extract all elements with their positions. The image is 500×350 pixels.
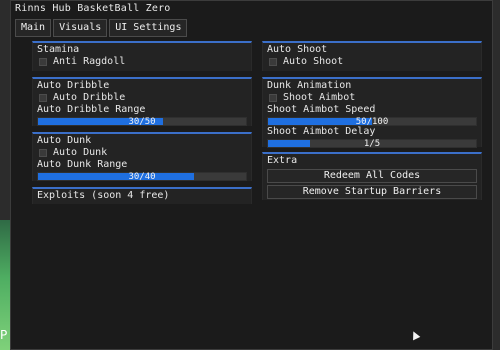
auto-dunk-checkbox[interactable] [39,149,47,157]
window-title: Rinns Hub BasketBall Zero [15,3,171,14]
shoot-aimbot-toggle[interactable]: Shoot Aimbot [267,92,477,104]
shoot-aimbot-speed-value: 50/100 [355,117,389,127]
shoot-aimbot-speed-slider[interactable]: 50/100 [267,117,477,127]
shoot-aimbot-delay-value: 1/5 [363,139,381,149]
anti-ragdoll-label: Anti Ragdoll [53,56,126,67]
tab-ui-settings[interactable]: UI Settings [109,19,188,37]
anti-ragdoll-checkbox[interactable] [39,58,47,66]
auto-dunk-header: Auto Dunk [37,135,92,146]
tab-bar: Main Visuals UI Settings [15,19,189,37]
auto-dunk-toggle[interactable]: Auto Dunk [37,147,247,159]
auto-shoot-label: Auto Shoot [283,56,344,67]
auto-dribble-range-slider[interactable]: 30/50 [37,117,247,127]
anti-ragdoll-toggle[interactable]: Anti Ragdoll [37,56,247,68]
stamina-section: Stamina Anti Ragdoll [32,41,252,71]
auto-shoot-section: Auto Shoot Auto Shoot [262,41,482,71]
auto-dribble-toggle[interactable]: Auto Dribble [37,92,247,104]
shoot-aimbot-speed-label: Shoot Aimbot Speed [267,104,376,115]
extra-header: Extra [267,155,298,166]
background-game-glyph: P [0,328,8,342]
redeem-all-codes-button[interactable]: Redeem All Codes [267,169,477,183]
auto-dunk-range-slider[interactable]: 30/40 [37,172,247,182]
auto-dunk-section: Auto Dunk Auto Dunk Auto Dunk Range 30/4… [32,132,252,182]
auto-dribble-section: Auto Dribble Auto Dribble Auto Dribble R… [32,77,252,127]
tab-visuals[interactable]: Visuals [53,19,108,37]
shoot-aimbot-label: Shoot Aimbot [283,92,356,103]
extra-section: Extra Redeem All Codes Remove Startup Ba… [262,152,482,200]
auto-dunk-range-value: 30/40 [128,172,156,182]
dunk-animation-header: Dunk Animation [267,80,352,91]
auto-dribble-checkbox[interactable] [39,94,47,102]
auto-dunk-label: Auto Dunk [53,147,108,158]
auto-shoot-checkbox[interactable] [269,58,277,66]
stamina-header: Stamina [37,44,80,55]
tab-main[interactable]: Main [15,19,52,37]
auto-shoot-toggle[interactable]: Auto Shoot [267,56,477,68]
auto-shoot-header: Auto Shoot [267,44,328,55]
dunk-animation-section: Dunk Animation Shoot Aimbot Shoot Aimbot… [262,77,482,149]
auto-dribble-label: Auto Dribble [53,92,126,103]
exploits-header: Exploits (soon 4 free) [37,190,170,201]
exploits-section: Exploits (soon 4 free) [32,187,252,204]
shoot-aimbot-checkbox[interactable] [269,94,277,102]
auto-dunk-range-label: Auto Dunk Range [37,159,128,170]
auto-dribble-range-label: Auto Dribble Range [37,104,146,115]
shoot-aimbot-delay-slider[interactable]: 1/5 [267,139,477,149]
auto-dribble-header: Auto Dribble [37,80,110,91]
auto-dribble-range-value: 30/50 [128,117,156,127]
remove-startup-barriers-button[interactable]: Remove Startup Barriers [267,185,477,199]
